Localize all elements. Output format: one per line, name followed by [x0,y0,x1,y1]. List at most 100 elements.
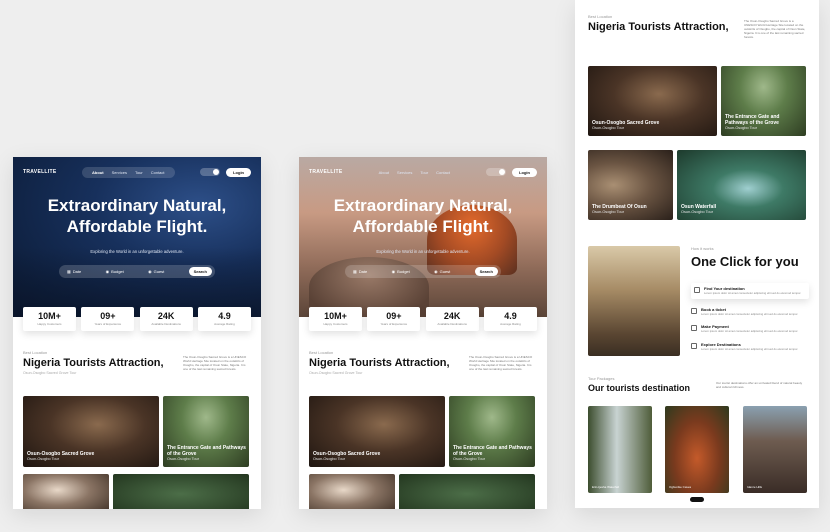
stat-card: 24K Available Destinations [139,307,193,331]
brand-logo[interactable]: TRAVELLITE [309,169,342,175]
nav-link-tour[interactable]: Tour [135,170,143,175]
navbar: TRAVELLITE About Services Tour Contact L… [23,165,251,179]
gallery-card-sacred-grove[interactable]: Osun-Osogbo Sacred Grove Osun-Osogbo Tour [309,396,445,467]
nav-link-contact[interactable]: Contact [151,170,165,175]
stat-value: 4.9 [504,311,517,321]
date-label: Date [72,269,82,274]
navbar: TRAVELLITE About Services Tour Contact L… [309,165,537,179]
nav-link-services[interactable]: Services [397,170,412,175]
steps-list: Find Your destination Lorem ipsum dolor s… [691,283,809,359]
stat-value: 09+ [386,311,402,321]
nav-link-about[interactable]: About [379,170,389,175]
step-desc: Lorem ipsum dolor sit amet consectetur a… [704,291,802,295]
hero-title-line1: Extraordinary Natural, [333,196,513,215]
stat-card: 09+ Years of Experience [367,307,421,331]
stat-value: 10M+ [324,311,347,321]
guest-label: Guest [439,269,451,274]
section-title: Nigeria Tourists Attraction, [23,357,164,369]
stat-label: Happy Customers [323,322,348,326]
location-icon [694,287,700,293]
theme-toggle[interactable] [486,168,507,176]
gallery-card-subtitle: Osun-Osogbo Tour [592,126,625,130]
landing-preview-3: Best Location Nigeria Tourists Attractio… [575,0,819,508]
section-title: Nigeria Tourists Attraction, [309,357,450,369]
stats-row: 10M+ Happy Customers 09+ Years of Experien… [309,307,537,331]
guest-field[interactable]: ◉ Guest [148,269,164,274]
landing-preview-1: TRAVELLITE About Services Tour Contact L… [13,157,261,509]
package-card[interactable]: Idanre Hills [743,406,807,493]
best-location-section: Best Location Nigeria Tourists Attractio… [578,14,816,39]
section-title: Our tourists destination [588,383,691,393]
wallet-icon: ◉ [105,269,110,274]
search-button[interactable]: Search [474,267,498,276]
gallery-card-waterfall[interactable] [113,474,249,509]
stat-label: Happy Customers [37,322,62,326]
login-button[interactable]: Login [512,167,537,177]
brand-logo[interactable]: TRAVELLITE [23,169,56,175]
stat-label: Average Rating [214,322,235,326]
stat-card: 24K Available Destinations [425,307,479,331]
how-it-works-image [588,246,680,356]
step-desc: Lorem ipsum dolor sit amet consectetur a… [701,329,799,333]
stat-value: 4.9 [218,311,231,321]
nav-link-tour[interactable]: Tour [420,170,428,175]
stat-label: Available Destinations [151,322,181,326]
step-item[interactable]: Find Your destination Lorem ipsum dolor s… [691,283,809,299]
guest-field[interactable]: ◉ Guest [434,269,450,274]
package-label: Erin-Ijesha Waterfall [592,485,619,489]
gallery-card-entrance-gate[interactable]: The Entrance Gate and Pathways of the Gr… [449,396,535,467]
nav-link-contact[interactable]: Contact [436,170,450,175]
stat-value: 24K [157,311,175,321]
nav-link-about[interactable]: About [92,170,104,175]
gallery-card-sacred-grove[interactable]: Osun-Osogbo Sacred Grove Osun-Osogbo Tour [23,396,159,467]
gallery-card-subtitle: Osun-Osogbo Tour [27,457,60,461]
gallery-card-drumbeat[interactable] [23,474,109,509]
nav-actions: Login [486,167,537,177]
landing-preview-2: TRAVELLITE About Services Tour Contact L… [299,157,547,509]
nav-link-services[interactable]: Services [112,170,127,175]
hero-title-line2: Affordable Flight. [66,217,208,236]
stat-label: Years of Experience [94,322,122,326]
wallet-icon: ◉ [391,269,396,274]
hero-title: Extraordinary Natural, Affordable Flight… [299,195,547,237]
card-icon [691,325,697,331]
date-label: Date [358,269,368,274]
gallery-card-subtitle: Osun-Osogbo Tour [167,457,200,461]
gallery-card-waterfall[interactable]: Osun Waterfall Osun-Osogbo Tour [677,150,806,220]
step-item[interactable]: Make Payment Lorem ipsum dolor sit amet c… [691,324,809,334]
gallery-card-entrance-gate[interactable]: The Entrance Gate and Pathways of the Gr… [721,66,806,136]
step-item[interactable]: Book a ticket Lorem ipsum dolor sit amet … [691,307,809,317]
section-description: The Osun-Osogbo Sacred Grove is a UNESCO… [183,355,247,371]
package-label: Ogbunike Caves [669,485,692,489]
theme-toggle[interactable] [200,168,221,176]
gallery-card-waterfall[interactable] [399,474,535,509]
gallery-card-sacred-grove[interactable]: Osun-Osogbo Sacred Grove Osun-Osogbo Tour [588,66,717,136]
hero-section: TRAVELLITE About Services Tour Contact L… [299,157,547,317]
stat-label: Average Rating [500,322,521,326]
hero-title-line1: Extraordinary Natural, [47,196,227,215]
step-item[interactable]: Explore Destinations Lorem ipsum dolor si… [691,342,809,352]
stat-value: 24K [443,311,461,321]
stats-row: 10M+ Happy Customers 09+ Years of Experien… [23,307,251,331]
step-title: Explore Destinations [701,341,741,347]
stat-card: 4.9 Average Rating [197,307,251,331]
package-label: Idanre Hills [747,485,763,489]
date-field[interactable]: ▦ Date [353,269,367,274]
date-field[interactable]: ▦ Date [67,269,81,274]
gallery-card-drumbeat[interactable]: The Drumbeat Of Osun Osun-Osogbo Tour [588,150,673,220]
hero-subtitle: Exploring the World in an unforgettable … [90,249,184,254]
package-card[interactable]: Erin-Ijesha Waterfall [588,406,652,493]
budget-field[interactable]: ◉ Budget [392,269,410,274]
how-it-works-header: How it works One Click for you [691,246,799,269]
gallery-card-entrance-gate[interactable]: The Entrance Gate and Pathways of the Gr… [163,396,249,467]
gallery-card-drumbeat[interactable] [309,474,395,509]
budget-field[interactable]: ◉ Budget [106,269,124,274]
search-button[interactable]: Search [188,267,212,276]
gallery-card-subtitle: Osun-Osogbo Tour [725,126,758,130]
package-card[interactable]: Ogbunike Caves [665,406,729,493]
scroll-indicator[interactable] [690,497,704,502]
best-location-section: Best Location Nigeria Tourists Attractio… [299,350,547,375]
user-icon: ◉ [148,269,152,274]
nav-links: About Services Tour Contact [82,166,175,178]
login-button[interactable]: Login [226,167,251,177]
